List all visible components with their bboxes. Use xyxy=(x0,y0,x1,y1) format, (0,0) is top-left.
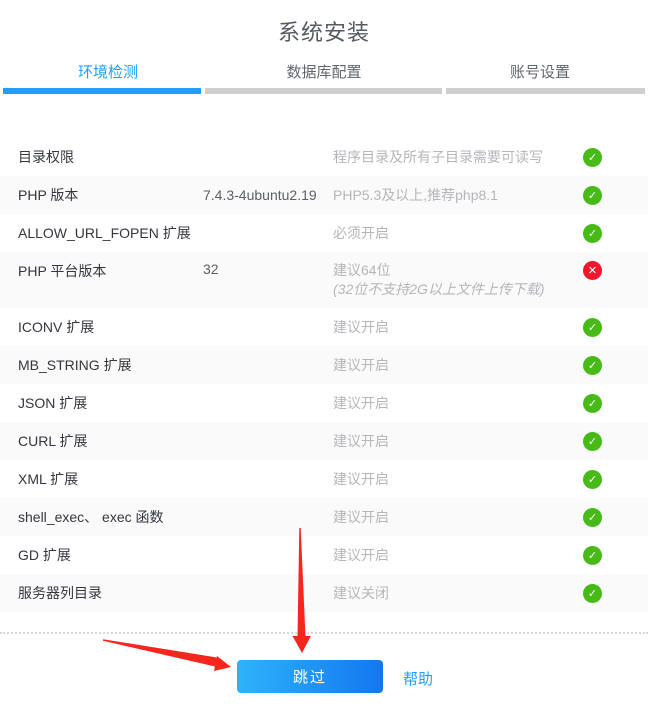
check-item-label: GD 扩展 xyxy=(0,545,203,565)
check-item-requirement: 建议开启 xyxy=(333,394,583,413)
check-item-label: XML 扩展 xyxy=(0,469,203,489)
check-item-value: 7.4.3-4ubuntu2.19 xyxy=(203,187,333,203)
check-item-label: MB_STRING 扩展 xyxy=(0,355,203,375)
check-item-status: ✓ xyxy=(583,186,648,205)
tab-database-config[interactable]: 数据库配置 xyxy=(216,60,432,86)
requirement-text: 建议开启 xyxy=(333,356,583,375)
check-item-status: ✓ xyxy=(583,584,648,603)
page-title: 系统安装 xyxy=(0,0,648,50)
progress-segment-3 xyxy=(446,88,645,94)
check-item-status: ✕ xyxy=(583,261,648,280)
check-item-label: ALLOW_URL_FOPEN 扩展 xyxy=(0,223,203,243)
progress-segment-2 xyxy=(205,88,442,94)
check-item-status: ✓ xyxy=(583,356,648,375)
requirement-text: 程序目录及所有子目录需要可读写 xyxy=(333,148,583,167)
check-ok-icon: ✓ xyxy=(583,546,602,565)
requirement-text: 建议64位 xyxy=(333,261,583,280)
check-item-label: shell_exec、 exec 函数 xyxy=(0,507,203,527)
check-row: PHP 版本 7.4.3-4ubuntu2.19 PHP5.3及以上,推荐php… xyxy=(0,176,648,214)
check-row: JSON 扩展 建议开启 ✓ xyxy=(0,384,648,422)
requirement-text: 建议开启 xyxy=(333,394,583,413)
check-item-requirement: 建议开启 xyxy=(333,546,583,565)
check-ok-icon: ✓ xyxy=(583,508,602,527)
check-item-requirement: 建议开启 xyxy=(333,508,583,527)
env-check-table: 目录权限 程序目录及所有子目录需要可读写 ✓ PHP 版本 7.4.3-4ubu… xyxy=(0,138,648,612)
check-item-status: ✓ xyxy=(583,546,648,565)
check-item-status: ✓ xyxy=(583,470,648,489)
check-item-requirement: 程序目录及所有子目录需要可读写 xyxy=(333,148,583,167)
check-item-requirement: 建议开启 xyxy=(333,470,583,489)
requirement-text: 建议关闭 xyxy=(333,584,583,603)
check-ok-icon: ✓ xyxy=(583,470,602,489)
requirement-text: 建议开启 xyxy=(333,318,583,337)
check-row: 目录权限 程序目录及所有子目录需要可读写 ✓ xyxy=(0,138,648,176)
check-item-label: JSON 扩展 xyxy=(0,393,203,413)
check-item-label: 服务器列目录 xyxy=(0,583,203,603)
check-item-label: PHP 平台版本 xyxy=(0,261,203,281)
check-row: GD 扩展 建议开启 ✓ xyxy=(0,536,648,574)
check-item-status: ✓ xyxy=(583,318,648,337)
check-item-requirement: 建议开启 xyxy=(333,318,583,337)
requirement-text: 建议开启 xyxy=(333,470,583,489)
check-item-value: 32 xyxy=(203,261,333,277)
requirement-note: (32位不支持2G以上文件上传下载) xyxy=(333,280,583,299)
check-row: 服务器列目录 建议关闭 ✓ xyxy=(0,574,648,612)
check-ok-icon: ✓ xyxy=(583,584,602,603)
tab-environment-check[interactable]: 环境检测 xyxy=(0,60,216,86)
help-link[interactable]: 帮助 xyxy=(403,668,433,689)
requirement-text: 建议开启 xyxy=(333,546,583,565)
step-progress-bar xyxy=(0,88,648,94)
requirement-text: 必须开启 xyxy=(333,224,583,243)
check-item-status: ✓ xyxy=(583,508,648,527)
check-item-requirement: 建议开启 xyxy=(333,356,583,375)
requirement-text: 建议开启 xyxy=(333,432,583,451)
check-item-requirement: 建议关闭 xyxy=(333,584,583,603)
check-row: CURL 扩展 建议开启 ✓ xyxy=(0,422,648,460)
check-item-status: ✓ xyxy=(583,148,648,167)
check-item-label: ICONV 扩展 xyxy=(0,317,203,337)
check-row: XML 扩展 建议开启 ✓ xyxy=(0,460,648,498)
skip-button[interactable]: 跳过 xyxy=(237,660,383,693)
check-item-label: 目录权限 xyxy=(0,147,203,167)
progress-segment-active xyxy=(3,88,201,94)
check-item-status: ✓ xyxy=(583,432,648,451)
footer-divider xyxy=(0,632,648,634)
tab-bar: 环境检测 数据库配置 账号设置 xyxy=(0,60,648,86)
check-ok-icon: ✓ xyxy=(583,432,602,451)
check-fail-icon: ✕ xyxy=(583,261,602,280)
system-install-page: 系统安装 环境检测 数据库配置 账号设置 目录权限 程序目录及所有子目录需要可读… xyxy=(0,0,648,708)
check-item-requirement: PHP5.3及以上,推荐php8.1 xyxy=(333,186,583,205)
check-ok-icon: ✓ xyxy=(583,186,602,205)
check-row: PHP 平台版本 32 建议64位 (32位不支持2G以上文件上传下载) ✕ xyxy=(0,252,648,308)
check-item-label: CURL 扩展 xyxy=(0,431,203,451)
check-row: shell_exec、 exec 函数 建议开启 ✓ xyxy=(0,498,648,536)
check-ok-icon: ✓ xyxy=(583,224,602,243)
check-row: ALLOW_URL_FOPEN 扩展 必须开启 ✓ xyxy=(0,214,648,252)
tab-account-settings[interactable]: 账号设置 xyxy=(432,60,648,86)
check-ok-icon: ✓ xyxy=(583,148,602,167)
check-item-status: ✓ xyxy=(583,394,648,413)
check-ok-icon: ✓ xyxy=(583,318,602,337)
requirement-text: PHP5.3及以上,推荐php8.1 xyxy=(333,186,583,205)
check-row: MB_STRING 扩展 建议开启 ✓ xyxy=(0,346,648,384)
check-ok-icon: ✓ xyxy=(583,356,602,375)
check-item-label: PHP 版本 xyxy=(0,185,203,205)
arrow-diagonal-to-skip-button xyxy=(103,639,231,671)
requirement-text: 建议开启 xyxy=(333,508,583,527)
check-item-requirement: 建议64位 (32位不支持2G以上文件上传下载) xyxy=(333,261,583,299)
check-row: ICONV 扩展 建议开启 ✓ xyxy=(0,308,648,346)
check-item-requirement: 建议开启 xyxy=(333,432,583,451)
check-item-requirement: 必须开启 xyxy=(333,224,583,243)
check-ok-icon: ✓ xyxy=(583,394,602,413)
check-item-status: ✓ xyxy=(583,224,648,243)
